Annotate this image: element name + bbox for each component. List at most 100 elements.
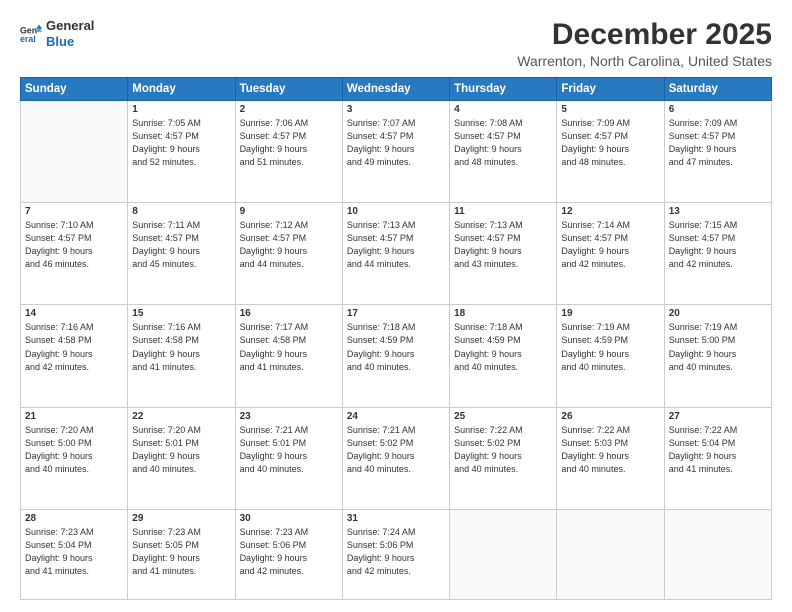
day-info: Sunrise: 7:12 AMSunset: 4:57 PMDaylight:… [240,219,338,271]
cell-w3-d0: 21Sunrise: 7:20 AMSunset: 5:00 PMDayligh… [21,407,128,509]
cell-w3-d2: 23 Sunrise: 7:21 AMSunset: 5:01 PMDayligh… [235,407,342,509]
cell-w4-d6 [664,509,771,599]
calendar-subtitle: Warrenton, North Carolina, United States [517,53,772,69]
day-info: Sunrise: 7:15 AMSunset: 4:57 PMDaylight:… [669,219,767,271]
cell-w0-d6: 6 Sunrise: 7:09 AMSunset: 4:57 PMDaylight… [664,101,771,203]
day-number: 6 [669,104,767,115]
week-row-2: 14 Sunrise: 7:16 AMSunset: 4:58 PMDayligh… [21,305,772,407]
cell-w4-d3: 31 Sunrise: 7:24 AMSunset: 5:06 PMDayligh… [342,509,449,599]
day-info: Sunrise: 7:18 AMSunset: 4:59 PMDaylight:… [454,321,552,373]
week-row-4: 28 Sunrise: 7:23 AMSunset: 5:04 PMDayligh… [21,509,772,599]
cell-w3-d3: 24 Sunrise: 7:21 AMSunset: 5:02 PMDayligh… [342,407,449,509]
cell-w0-d0 [21,101,128,203]
day-info: Sunrise: 7:22 AMSunset: 5:03 PMDaylight:… [561,424,659,476]
cell-w1-d4: 11Sunrise: 7:13 AMSunset: 4:57 PMDayligh… [450,203,557,305]
day-info: Sunrise: 7:21 AMSunset: 5:02 PMDaylight:… [347,424,445,476]
col-monday: Monday [128,78,235,101]
week-row-0: 1 Sunrise: 7:05 AMSunset: 4:57 PMDaylight… [21,101,772,203]
day-info: Sunrise: 7:18 AMSunset: 4:59 PMDaylight:… [347,321,445,373]
logo: Gen eral General Blue [20,18,94,49]
col-friday: Friday [557,78,664,101]
day-number: 1 [132,104,230,115]
header: Gen eral General Blue December 2025 Warr… [20,18,772,69]
day-info: Sunrise: 7:06 AMSunset: 4:57 PMDaylight:… [240,117,338,169]
day-info: Sunrise: 7:21 AMSunset: 5:01 PMDaylight:… [240,424,338,476]
day-number: 22 [132,411,230,422]
day-number: 20 [669,308,767,319]
day-number: 19 [561,308,659,319]
cell-w0-d2: 2Sunrise: 7:06 AMSunset: 4:57 PMDaylight… [235,101,342,203]
cell-w4-d0: 28 Sunrise: 7:23 AMSunset: 5:04 PMDayligh… [21,509,128,599]
cell-w4-d2: 30 Sunrise: 7:23 AMSunset: 5:06 PMDayligh… [235,509,342,599]
day-info: Sunrise: 7:19 AMSunset: 4:59 PMDaylight:… [561,321,659,373]
day-info: Sunrise: 7:16 AMSunset: 4:58 PMDaylight:… [132,321,230,373]
day-number: 9 [240,206,338,217]
day-number: 29 [132,513,230,524]
day-info: Sunrise: 7:17 AMSunset: 4:58 PMDaylight:… [240,321,338,373]
week-row-3: 21Sunrise: 7:20 AMSunset: 5:00 PMDayligh… [21,407,772,509]
day-info: Sunrise: 7:23 AMSunset: 5:04 PMDaylight:… [25,526,123,578]
day-info: Sunrise: 7:11 AMSunset: 4:57 PMDaylight:… [132,219,230,271]
day-number: 28 [25,513,123,524]
day-info: Sunrise: 7:05 AMSunset: 4:57 PMDaylight:… [132,117,230,169]
day-number: 7 [25,206,123,217]
day-number: 12 [561,206,659,217]
day-number: 23 [240,411,338,422]
cell-w0-d4: 4Sunrise: 7:08 AMSunset: 4:57 PMDaylight… [450,101,557,203]
cell-w4-d4 [450,509,557,599]
calendar-table: Sunday Monday Tuesday Wednesday Thursday… [20,77,772,600]
col-saturday: Saturday [664,78,771,101]
cell-w4-d1: 29 Sunrise: 7:23 AMSunset: 5:05 PMDayligh… [128,509,235,599]
cell-w0-d3: 3 Sunrise: 7:07 AMSunset: 4:57 PMDaylight… [342,101,449,203]
day-number: 13 [669,206,767,217]
day-info: Sunrise: 7:19 AMSunset: 5:00 PMDaylight:… [669,321,767,373]
calendar-body: 1 Sunrise: 7:05 AMSunset: 4:57 PMDaylight… [21,101,772,600]
day-number: 30 [240,513,338,524]
cell-w1-d3: 10Sunrise: 7:13 AMSunset: 4:57 PMDayligh… [342,203,449,305]
day-info: Sunrise: 7:20 AMSunset: 5:01 PMDaylight:… [132,424,230,476]
cell-w2-d1: 15 Sunrise: 7:16 AMSunset: 4:58 PMDayligh… [128,305,235,407]
day-number: 15 [132,308,230,319]
cell-w2-d5: 19 Sunrise: 7:19 AMSunset: 4:59 PMDayligh… [557,305,664,407]
cell-w0-d1: 1 Sunrise: 7:05 AMSunset: 4:57 PMDaylight… [128,101,235,203]
day-info: Sunrise: 7:13 AMSunset: 4:57 PMDaylight:… [454,219,552,271]
cell-w3-d4: 25 Sunrise: 7:22 AMSunset: 5:02 PMDayligh… [450,407,557,509]
day-info: Sunrise: 7:09 AMSunset: 4:57 PMDaylight:… [669,117,767,169]
calendar-title: December 2025 [517,18,772,51]
cell-w2-d6: 20 Sunrise: 7:19 AMSunset: 5:00 PMDayligh… [664,305,771,407]
day-info: Sunrise: 7:09 AMSunset: 4:57 PMDaylight:… [561,117,659,169]
day-info: Sunrise: 7:08 AMSunset: 4:57 PMDaylight:… [454,117,552,169]
col-tuesday: Tuesday [235,78,342,101]
page: Gen eral General Blue December 2025 Warr… [0,0,792,612]
cell-w2-d3: 17Sunrise: 7:18 AMSunset: 4:59 PMDayligh… [342,305,449,407]
day-info: Sunrise: 7:10 AMSunset: 4:57 PMDaylight:… [25,219,123,271]
week-row-1: 7 Sunrise: 7:10 AMSunset: 4:57 PMDaylight… [21,203,772,305]
day-number: 3 [347,104,445,115]
day-info: Sunrise: 7:23 AMSunset: 5:06 PMDaylight:… [240,526,338,578]
col-thursday: Thursday [450,78,557,101]
day-number: 5 [561,104,659,115]
day-number: 25 [454,411,552,422]
cell-w1-d1: 8Sunrise: 7:11 AMSunset: 4:57 PMDaylight… [128,203,235,305]
day-number: 31 [347,513,445,524]
day-info: Sunrise: 7:22 AMSunset: 5:02 PMDaylight:… [454,424,552,476]
day-info: Sunrise: 7:24 AMSunset: 5:06 PMDaylight:… [347,526,445,578]
day-number: 21 [25,411,123,422]
day-info: Sunrise: 7:07 AMSunset: 4:57 PMDaylight:… [347,117,445,169]
day-number: 27 [669,411,767,422]
svg-text:eral: eral [20,34,36,44]
cell-w3-d1: 22 Sunrise: 7:20 AMSunset: 5:01 PMDayligh… [128,407,235,509]
cell-w4-d5 [557,509,664,599]
cell-w3-d5: 26Sunrise: 7:22 AMSunset: 5:03 PMDayligh… [557,407,664,509]
cell-w1-d0: 7 Sunrise: 7:10 AMSunset: 4:57 PMDaylight… [21,203,128,305]
logo-text: General Blue [46,18,94,49]
day-number: 10 [347,206,445,217]
day-info: Sunrise: 7:14 AMSunset: 4:57 PMDaylight:… [561,219,659,271]
day-number: 14 [25,308,123,319]
cell-w2-d2: 16Sunrise: 7:17 AMSunset: 4:58 PMDayligh… [235,305,342,407]
cell-w1-d5: 12 Sunrise: 7:14 AMSunset: 4:57 PMDayligh… [557,203,664,305]
day-number: 24 [347,411,445,422]
title-block: December 2025 Warrenton, North Carolina,… [517,18,772,69]
day-number: 18 [454,308,552,319]
day-info: Sunrise: 7:23 AMSunset: 5:05 PMDaylight:… [132,526,230,578]
